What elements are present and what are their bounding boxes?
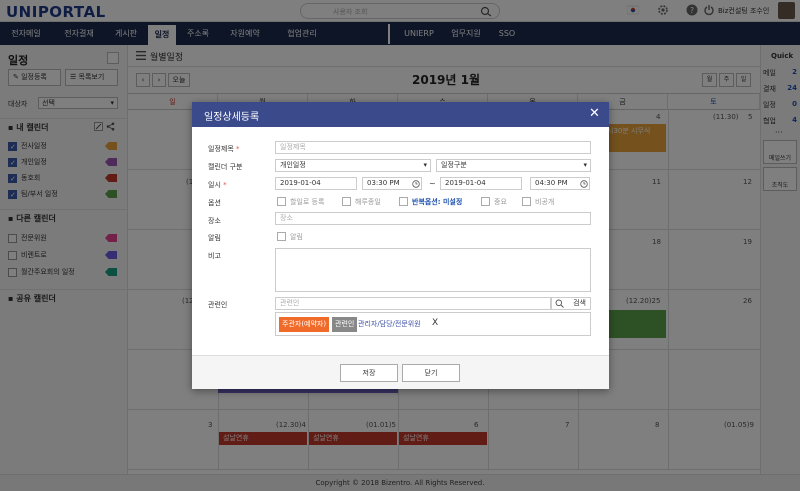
owner-chip[interactable]: 주관자(예약자) — [279, 317, 330, 332]
location-input[interactable]: 장소 — [275, 212, 591, 225]
save-button[interactable]: 저장 — [340, 364, 398, 382]
option-label: 옵션 — [208, 199, 221, 207]
schedule-type-select[interactable]: 일정구분 — [436, 159, 591, 172]
alarm-option-label: 알림 — [290, 233, 303, 241]
attendee-label: 관련인 — [208, 301, 228, 309]
repeat-checkbox[interactable] — [399, 197, 408, 206]
start-date-input[interactable]: 2019-01-04 — [275, 177, 357, 190]
attendee-names[interactable]: 관리자/담당/전문위원 — [358, 319, 421, 329]
subject-input[interactable]: 일정제목 — [275, 141, 591, 154]
subject-label: 일정제목 * — [208, 145, 240, 153]
category-label: 캘린더 구분 — [208, 163, 243, 171]
date-range-tilde: ~ — [429, 179, 436, 188]
clock-icon[interactable] — [412, 180, 420, 188]
memo-textarea[interactable] — [275, 248, 591, 292]
important-checkbox[interactable] — [481, 197, 490, 206]
remove-attendee-icon[interactable]: X — [432, 318, 438, 328]
important-option-label: 중요 — [494, 198, 507, 206]
modal-header: 일정상세등록 ✕ — [192, 102, 609, 127]
schedule-detail-modal: 일정상세등록 ✕ 일정제목 * 일정제목 캘린더 구분 개인일정 일정구분 일시… — [192, 102, 609, 389]
search-button-label: 검색 — [573, 299, 586, 307]
calendar-category-select[interactable]: 개인일정 — [275, 159, 431, 172]
close-icon[interactable]: ✕ — [589, 107, 601, 121]
close-button[interactable]: 닫기 — [402, 364, 460, 382]
allday-option-label: 해루종일 — [355, 198, 381, 206]
memo-label: 비고 — [208, 252, 221, 260]
related-chip[interactable]: 관련인 — [332, 317, 358, 332]
private-option-label: 비공개 — [535, 198, 555, 206]
alarm-label: 알림 — [208, 234, 221, 242]
end-date-input[interactable]: 2019-01-04 — [440, 177, 522, 190]
modal-footer: 저장 닫기 — [192, 355, 609, 389]
repeat-option-link[interactable]: 반복옵션: 미설정 — [412, 197, 462, 207]
datetime-label: 일시 * — [208, 181, 227, 189]
private-checkbox[interactable] — [522, 197, 531, 206]
search-icon — [555, 299, 564, 308]
todo-option-label: 할일로 등록 — [290, 198, 325, 206]
location-label: 장소 — [208, 217, 221, 225]
clock-icon[interactable] — [580, 180, 588, 188]
attendee-input[interactable]: 관련인 — [275, 297, 551, 310]
alarm-checkbox[interactable] — [277, 232, 286, 241]
modal-title: 일정상세등록 — [204, 112, 260, 123]
allday-checkbox[interactable] — [342, 197, 351, 206]
todo-checkbox[interactable] — [277, 197, 286, 206]
